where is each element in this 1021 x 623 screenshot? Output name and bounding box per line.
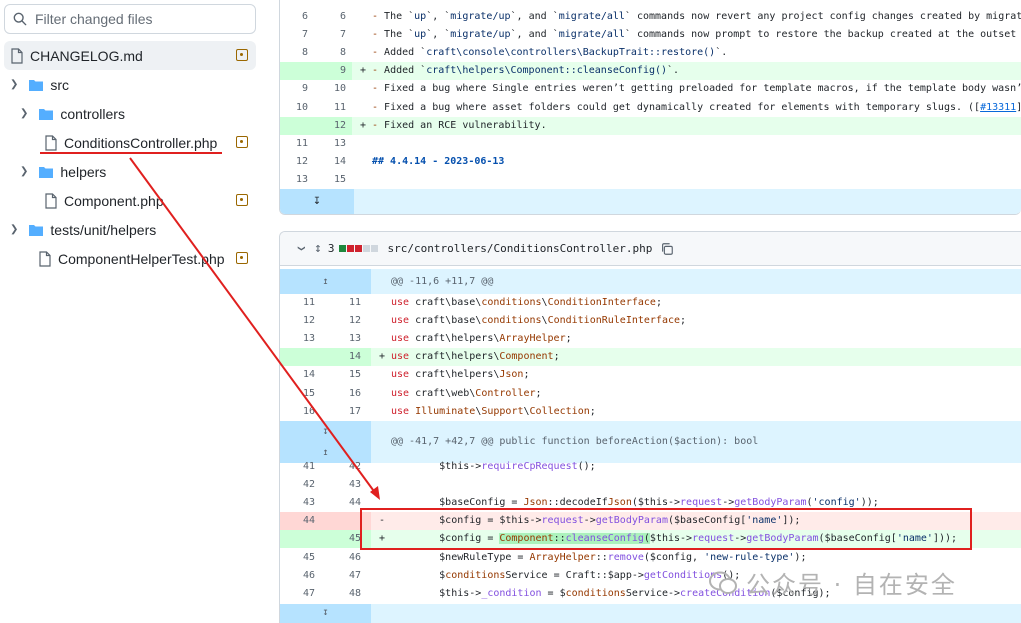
watermark: 公众号 · 自在安全	[708, 565, 957, 600]
wechat-icon	[709, 571, 737, 594]
watermark-text: 公众号 · 自在安全	[746, 571, 957, 599]
annotation-arrow	[129, 157, 380, 500]
